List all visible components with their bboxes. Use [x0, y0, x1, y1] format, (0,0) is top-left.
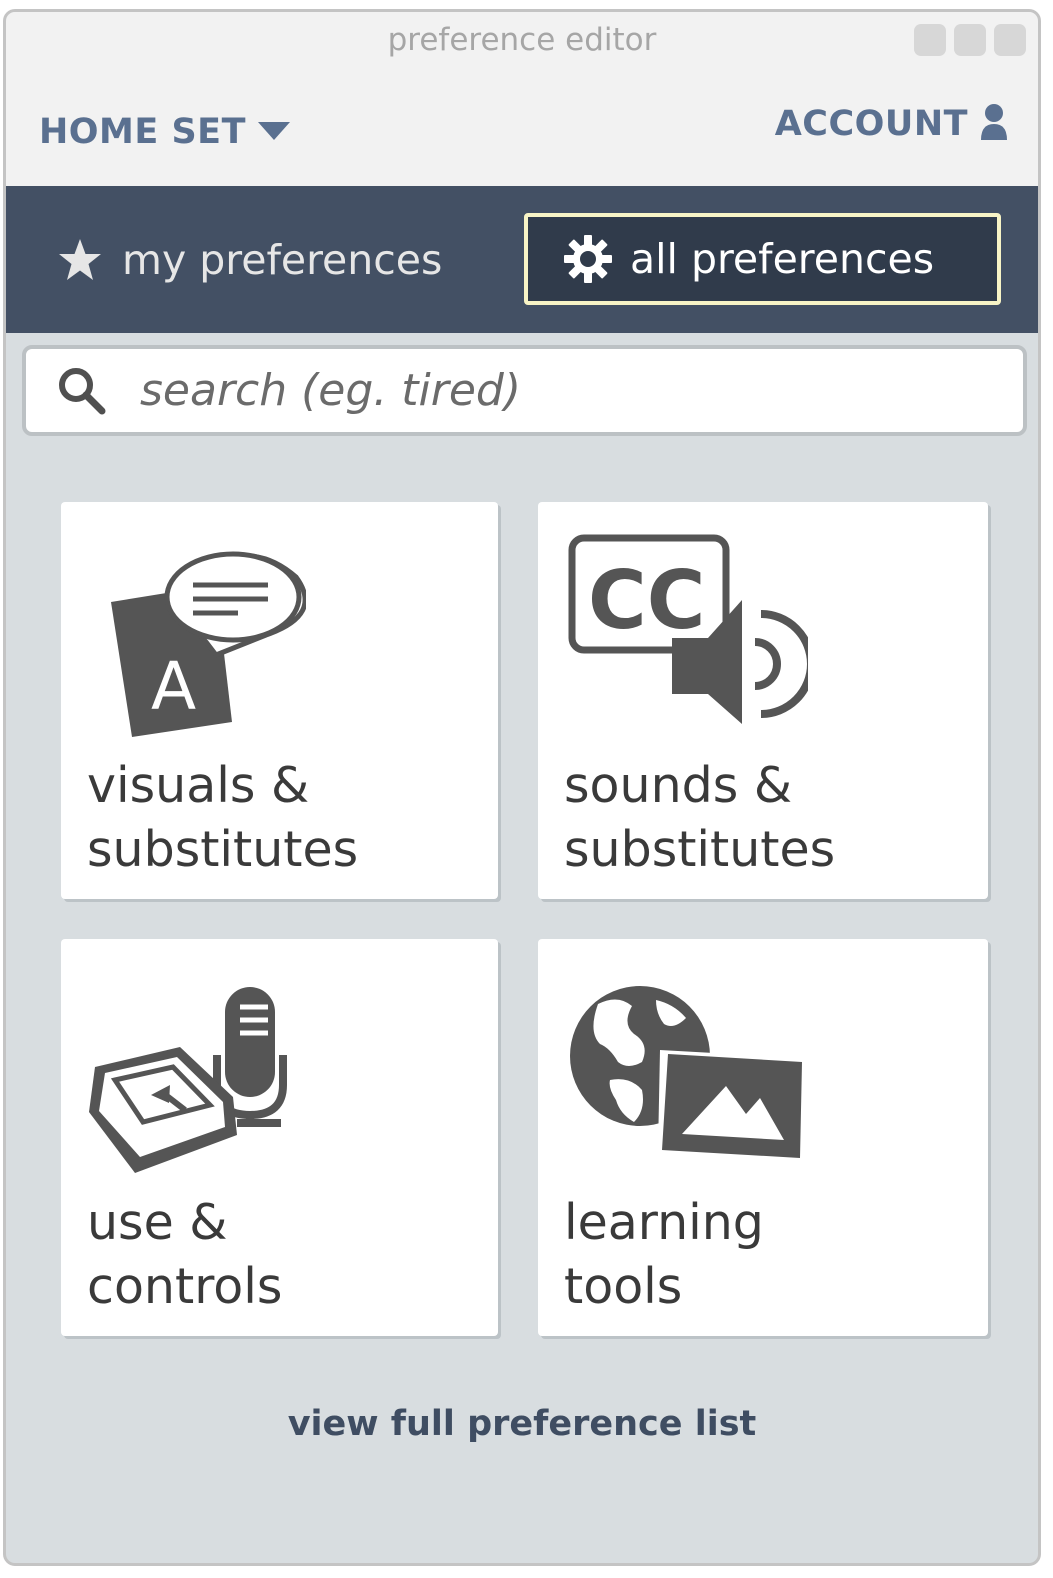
window-controls [914, 24, 1026, 56]
category-card-learning-tools[interactable]: learning tools [538, 939, 988, 1336]
search-box[interactable] [22, 345, 1027, 436]
tab-my-preferences-label: my preferences [122, 236, 443, 284]
category-label: sounds & substitutes [564, 754, 964, 882]
category-card-sounds-substitutes[interactable]: CC sounds & substitutes [538, 502, 988, 899]
category-label-line: controls [87, 1258, 283, 1315]
category-label-line: sounds & [564, 757, 793, 814]
category-label: visuals & substitutes [87, 754, 487, 882]
svg-text:A: A [151, 648, 196, 725]
text-speech-bubble-icon: A [111, 551, 306, 737]
category-card-visuals-substitutes[interactable]: A visuals & substitutes [61, 502, 498, 899]
category-label-line: visuals & [87, 757, 310, 814]
user-icon [981, 104, 1007, 140]
category-label-line: tools [564, 1258, 683, 1315]
title-bar: preference editor [6, 12, 1038, 74]
category-label-line: substitutes [87, 821, 359, 878]
search-icon [59, 367, 106, 414]
gear-icon [564, 235, 612, 283]
tab-all-preferences[interactable]: all preferences [524, 213, 1001, 305]
window-control-button[interactable] [994, 24, 1026, 56]
account-label: ACCOUNT [774, 104, 968, 144]
window-control-button[interactable] [954, 24, 986, 56]
home-set-label: HOME SET [39, 112, 246, 152]
globe-image-icon [570, 986, 804, 1158]
home-set-dropdown[interactable]: HOME SET [39, 112, 290, 152]
caret-down-icon [257, 122, 290, 140]
top-bar: HOME SET ACCOUNT [6, 74, 1038, 186]
category-label-line: substitutes [564, 821, 836, 878]
captions-speaker-icon: CC [568, 534, 808, 724]
account-button[interactable]: ACCOUNT [775, 104, 1008, 144]
category-card-use-controls[interactable]: use & controls [61, 939, 498, 1336]
keyboard-microphone-icon [89, 987, 287, 1173]
window-title: preference editor [387, 22, 657, 58]
search-input[interactable] [140, 365, 960, 416]
tab-all-preferences-label: all preferences [630, 235, 935, 283]
star-icon [59, 239, 101, 280]
category-label: use & controls [87, 1191, 487, 1319]
view-full-preference-list-link[interactable]: view full preference list [6, 1404, 1038, 1444]
category-label-line: use & [87, 1194, 228, 1251]
category-label-line: learning [564, 1194, 764, 1251]
window-control-button[interactable] [914, 24, 946, 56]
tab-bar: my preferences all preferences [6, 186, 1038, 333]
svg-text:CC: CC [588, 554, 705, 647]
tab-my-preferences[interactable]: my preferences [58, 226, 442, 294]
preference-editor-window: preference editor HOME SET ACCOUNT my pr… [3, 9, 1041, 1566]
category-label: learning tools [564, 1191, 964, 1319]
